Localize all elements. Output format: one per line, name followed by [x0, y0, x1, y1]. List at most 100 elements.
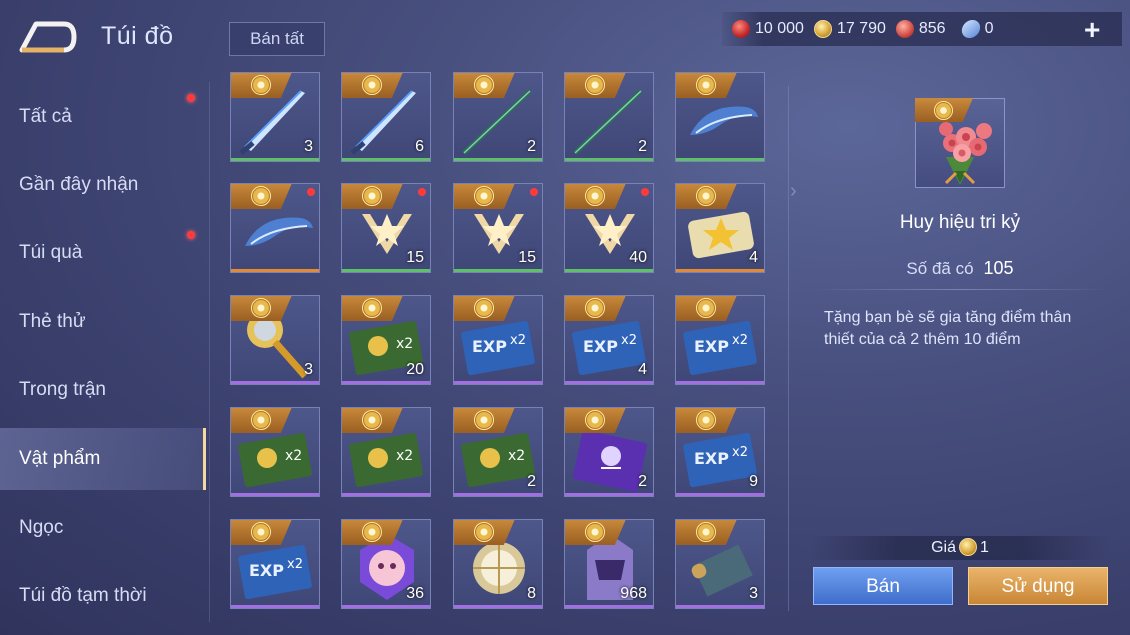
inventory-slot[interactable]: 40 [564, 183, 654, 273]
svg-text:x2: x2 [510, 333, 526, 348]
rarity-bar [231, 381, 319, 384]
notification-dot [187, 231, 195, 239]
inventory-slot[interactable]: x2 [341, 407, 431, 497]
rarity-bar [676, 381, 764, 384]
header: Túi đồ Bán tất 10 000 17 790 856 0 + [0, 0, 1130, 72]
owned-count: Số đã có 105 [812, 258, 1108, 279]
ruby-icon [732, 20, 750, 38]
sidebar-item-label: Túi đồ tạm thời [19, 585, 147, 606]
inventory-slot[interactable]: 6 [341, 72, 431, 162]
inventory-slot[interactable]: 3 [230, 295, 320, 385]
item-count: 15 [406, 249, 424, 266]
inventory-slot[interactable] [675, 72, 765, 162]
notification-dot [530, 188, 538, 196]
rarity-bar [454, 269, 542, 272]
rarity-bar [231, 269, 319, 272]
svg-text:EXP: EXP [694, 337, 729, 356]
rarity-bar [676, 158, 764, 161]
ticket-icon [959, 20, 982, 38]
price-row: Giá 1 [810, 536, 1110, 560]
inventory-slot[interactable]: 2 [564, 407, 654, 497]
gem-icon [895, 20, 914, 38]
rarity-bar [231, 605, 319, 608]
rarity-bar [676, 269, 764, 272]
inventory-slot[interactable]: EXP x2 9 [675, 407, 765, 497]
sidebar-item-items[interactable]: Vật phẩm [0, 428, 206, 490]
inventory-slot[interactable]: x2 2 [453, 407, 543, 497]
sell-button[interactable]: Bán [813, 567, 953, 605]
svg-text:x2: x2 [732, 445, 748, 460]
currency-value: 10 000 [755, 20, 804, 37]
sidebar-item-label: Túi quà [19, 242, 83, 263]
sidebar-item-label: Ngọc [19, 517, 64, 538]
inventory-slot[interactable]: EXP x2 [230, 519, 320, 609]
inventory-slot[interactable]: x2 20 [341, 295, 431, 385]
inventory-slot[interactable]: 3 [230, 72, 320, 162]
item-name: Huy hiệu tri kỷ [899, 212, 1021, 233]
sidebar-item-label: Tất cả [19, 106, 72, 127]
sidebar-item-in-match[interactable]: Trong trận [0, 359, 206, 421]
svg-text:x2: x2 [508, 448, 525, 464]
inventory-slot[interactable]: EXP x2 4 [564, 295, 654, 385]
inventory-slot[interactable] [230, 183, 320, 273]
currency-value: 0 [984, 20, 994, 37]
sidebar-item-recent[interactable]: Gần đây nhận [0, 154, 206, 216]
item-grid[interactable]: 3 6 2 2 15 15 40 4 3 x2 20 EXP x2 EXP x2 4 EXP x2 x2 x2 x2 2 2… [220, 72, 780, 612]
svg-text:EXP: EXP [472, 337, 507, 356]
sidebar-item-label: Vật phẩm [19, 448, 101, 469]
svg-text:EXP: EXP [694, 449, 729, 468]
item-count: 4 [749, 249, 758, 266]
svg-text:x2: x2 [287, 557, 303, 572]
sidebar-item-gift-bags[interactable]: Túi quà [0, 222, 206, 284]
sidebar-item-trial-cards[interactable]: Thẻ thử [0, 291, 206, 353]
sidebar-item-label: Trong trận [19, 379, 106, 400]
item-count: 2 [527, 473, 536, 490]
owned-value: 105 [983, 258, 1014, 278]
rose-bouquet-icon [939, 122, 992, 185]
owned-label: Số đã có [906, 259, 974, 278]
sidebar-item-temporary[interactable]: Túi đồ tạm thời [0, 565, 206, 627]
item-count: 968 [620, 585, 647, 602]
inventory-slot[interactable]: EXP x2 [675, 295, 765, 385]
inventory-slot[interactable]: 15 [453, 183, 543, 273]
notification-dot [418, 188, 426, 196]
inventory-slot[interactable]: 2 [564, 72, 654, 162]
gold-coin-icon [813, 20, 832, 38]
inventory-slot[interactable]: 2 [453, 72, 543, 162]
rarity-bar [454, 381, 542, 384]
inventory-slot[interactable]: 3 [675, 519, 765, 609]
rarity-bar [231, 493, 319, 496]
item-count: 40 [629, 249, 647, 266]
currency-bar: 10 000 17 790 856 0 [722, 12, 1122, 46]
rarity-bar [454, 493, 542, 496]
divider [788, 86, 789, 611]
inventory-slot[interactable]: 15 [341, 183, 431, 273]
page-title: Túi đồ [101, 22, 174, 50]
selected-item-icon [915, 98, 1005, 188]
currency-ticket: 0 [959, 20, 994, 38]
divider [810, 289, 1110, 290]
rarity-bar [454, 605, 542, 608]
inventory-slot[interactable]: EXP x2 [453, 295, 543, 385]
inventory-slot[interactable]: 4 [675, 183, 765, 273]
currency-value: 17 790 [836, 20, 886, 37]
inventory-slot[interactable]: 968 [564, 519, 654, 609]
rarity-bar [565, 269, 653, 272]
inventory-slot[interactable]: 8 [453, 519, 543, 609]
inventory-slot[interactable]: x2 [230, 407, 320, 497]
back-arrow-icon[interactable] [18, 20, 78, 54]
svg-text:x2: x2 [396, 336, 413, 352]
rarity-bar [454, 158, 542, 161]
currency-gem: 856 [895, 20, 946, 38]
use-button[interactable]: Sử dụng [968, 567, 1108, 605]
svg-text:EXP: EXP [249, 561, 284, 580]
add-currency-button[interactable]: + [1084, 14, 1100, 46]
rarity-bar [342, 493, 430, 496]
inventory-slot[interactable]: 36 [341, 519, 431, 609]
currency-value: 856 [918, 20, 946, 37]
svg-text:EXP: EXP [583, 337, 618, 356]
sidebar-item-all[interactable]: Tất cả [0, 86, 206, 148]
sell-all-button[interactable]: Bán tất [229, 22, 325, 56]
rarity-bar [676, 605, 764, 608]
sidebar-item-gems[interactable]: Ngọc [0, 497, 206, 559]
